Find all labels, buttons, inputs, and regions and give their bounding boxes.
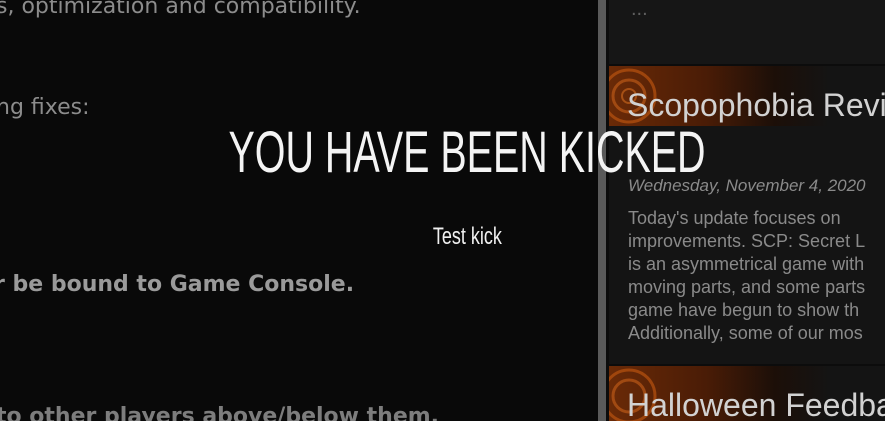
news-card-body-line: game have begun to show th [628, 300, 860, 320]
kick-overlay-reason: Test kick [432, 223, 502, 250]
panel-divider [598, 0, 606, 421]
news-card-body-line: Additionally, some of our mos [628, 323, 863, 343]
news-feed-panel[interactable]: ... Scopophobia Revision 10.1 Wednesday,… [606, 0, 885, 421]
news-card-title[interactable]: Halloween Feedback [627, 386, 885, 421]
patch-notes-line: to other players above/below them. [0, 404, 440, 421]
news-card[interactable]: Scopophobia Revision 10.1 Wednesday, Nov… [609, 66, 885, 364]
kick-overlay-title: YOU HAVE BEEN KICKED [228, 120, 706, 185]
news-card-body-line: is an asymmetrical game with [628, 254, 865, 274]
patch-notes-line: s, optimization and compatibility. [0, 0, 361, 19]
patch-notes-line: r be bound to Game Console. [0, 272, 355, 297]
patch-notes-line: ng fixes: [0, 95, 90, 120]
news-card-body-line: moving parts, and some parts [628, 277, 866, 297]
patch-notes-panel: s, optimization and compatibility. ng fi… [0, 0, 598, 421]
news-card-ellipsis: ... [631, 0, 648, 20]
news-card-previous[interactable]: ... [609, 0, 885, 64]
news-card[interactable]: Halloween Feedback [609, 366, 885, 421]
